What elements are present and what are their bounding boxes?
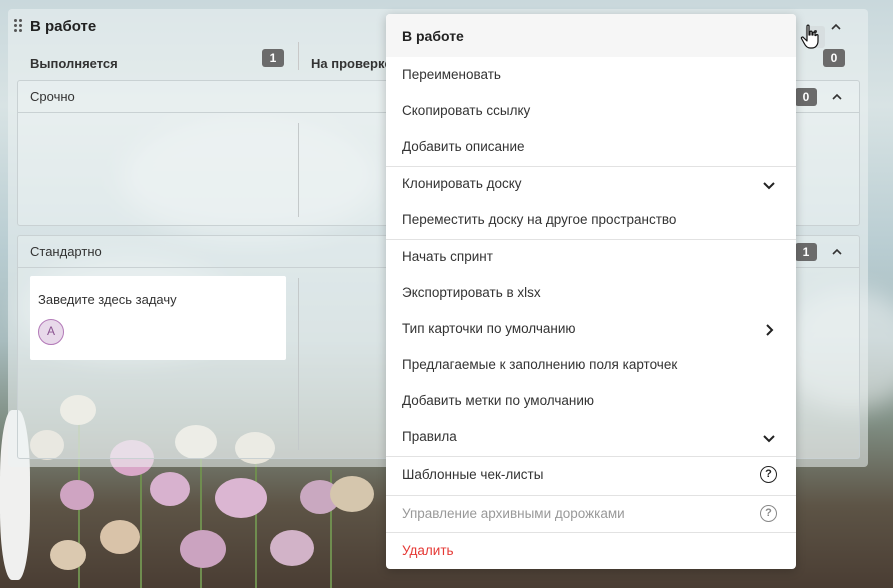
menu-item-label: Переместить доску на другое пространство [402,212,677,227]
task-card[interactable]: Заведите здесь задачу А [30,276,286,360]
column-header-in-progress: Выполняется 1 [8,49,298,75]
menu-item-label: Тип карточки по умолчанию [402,321,576,336]
menu-title: В работе [402,28,464,44]
menu-item-label: Клонировать доску [402,176,522,191]
menu-header: В работе [386,14,796,57]
menu-item-checklist-templates[interactable]: Шаблонные чек-листы ? [386,457,796,493]
swimlane-count-badge: 0 [795,88,817,106]
swimlane-count-badge: 1 [795,243,817,261]
menu-item-add-description[interactable]: Добавить описание [386,129,796,165]
menu-item-label: Экспортировать в xlsx [402,285,541,300]
help-icon[interactable]: ? [760,466,777,483]
column-count-badge: 1 [262,49,284,67]
menu-item-label: Правила [402,429,457,444]
board-context-menu: В работе Переименовать Скопировать ссылк… [386,14,796,569]
menu-item-label: Управление архивными дорожками [402,506,625,521]
swimlane-title: Стандартно [30,244,102,259]
menu-item-rules[interactable]: Правила [386,419,796,455]
menu-item-start-sprint[interactable]: Начать спринт [386,239,796,275]
chevron-down-icon [763,435,775,443]
hand-cursor-icon [800,24,819,49]
menu-item-rename[interactable]: Переименовать [386,57,796,93]
column-name: Выполняется [30,56,118,71]
collapse-swimlane-icon[interactable] [831,246,843,258]
drag-handle-icon[interactable] [14,19,24,33]
menu-item-move-board[interactable]: Переместить доску на другое пространство [386,202,796,238]
board-title: В работе [30,18,97,35]
column-count-badge: 0 [823,49,845,67]
menu-item-delete[interactable]: Удалить [386,533,796,569]
menu-item-label: Скопировать ссылку [402,103,531,118]
menu-item-default-card-type[interactable]: Тип карточки по умолчанию [386,311,796,347]
task-title: Заведите здесь задачу [38,292,177,307]
menu-item-label: Переименовать [402,67,501,82]
menu-item-clone-board[interactable]: Клонировать доску [386,166,796,202]
menu-item-label: Добавить метки по умолчанию [402,393,595,408]
menu-item-label: Шаблонные чек-листы [402,467,544,482]
chevron-down-icon [763,182,775,190]
collapse-board-icon[interactable] [830,21,842,33]
menu-item-copy-link[interactable]: Скопировать ссылку [386,93,796,129]
column-name: На проверке [311,56,392,71]
menu-item-export-xlsx[interactable]: Экспортировать в xlsx [386,275,796,311]
chevron-right-icon [766,324,774,336]
menu-item-default-tags[interactable]: Добавить метки по умолчанию [386,383,796,419]
lane-column-divider [298,278,299,450]
avatar[interactable]: А [38,319,64,345]
menu-item-label: Удалить [402,543,454,558]
collapse-swimlane-icon[interactable] [831,91,843,103]
menu-item-label: Предлагаемые к заполнению поля карточек [402,357,678,372]
help-icon[interactable]: ? [760,505,777,522]
menu-item-label: Начать спринт [402,249,493,264]
swimlane-title: Срочно [30,89,75,104]
menu-item-suggested-card-fields[interactable]: Предлагаемые к заполнению поля карточек [386,347,796,383]
menu-item-label: Добавить описание [402,139,525,154]
lane-column-divider [298,123,299,217]
menu-item-archived-lanes: Управление архивными дорожками ? [386,496,796,532]
